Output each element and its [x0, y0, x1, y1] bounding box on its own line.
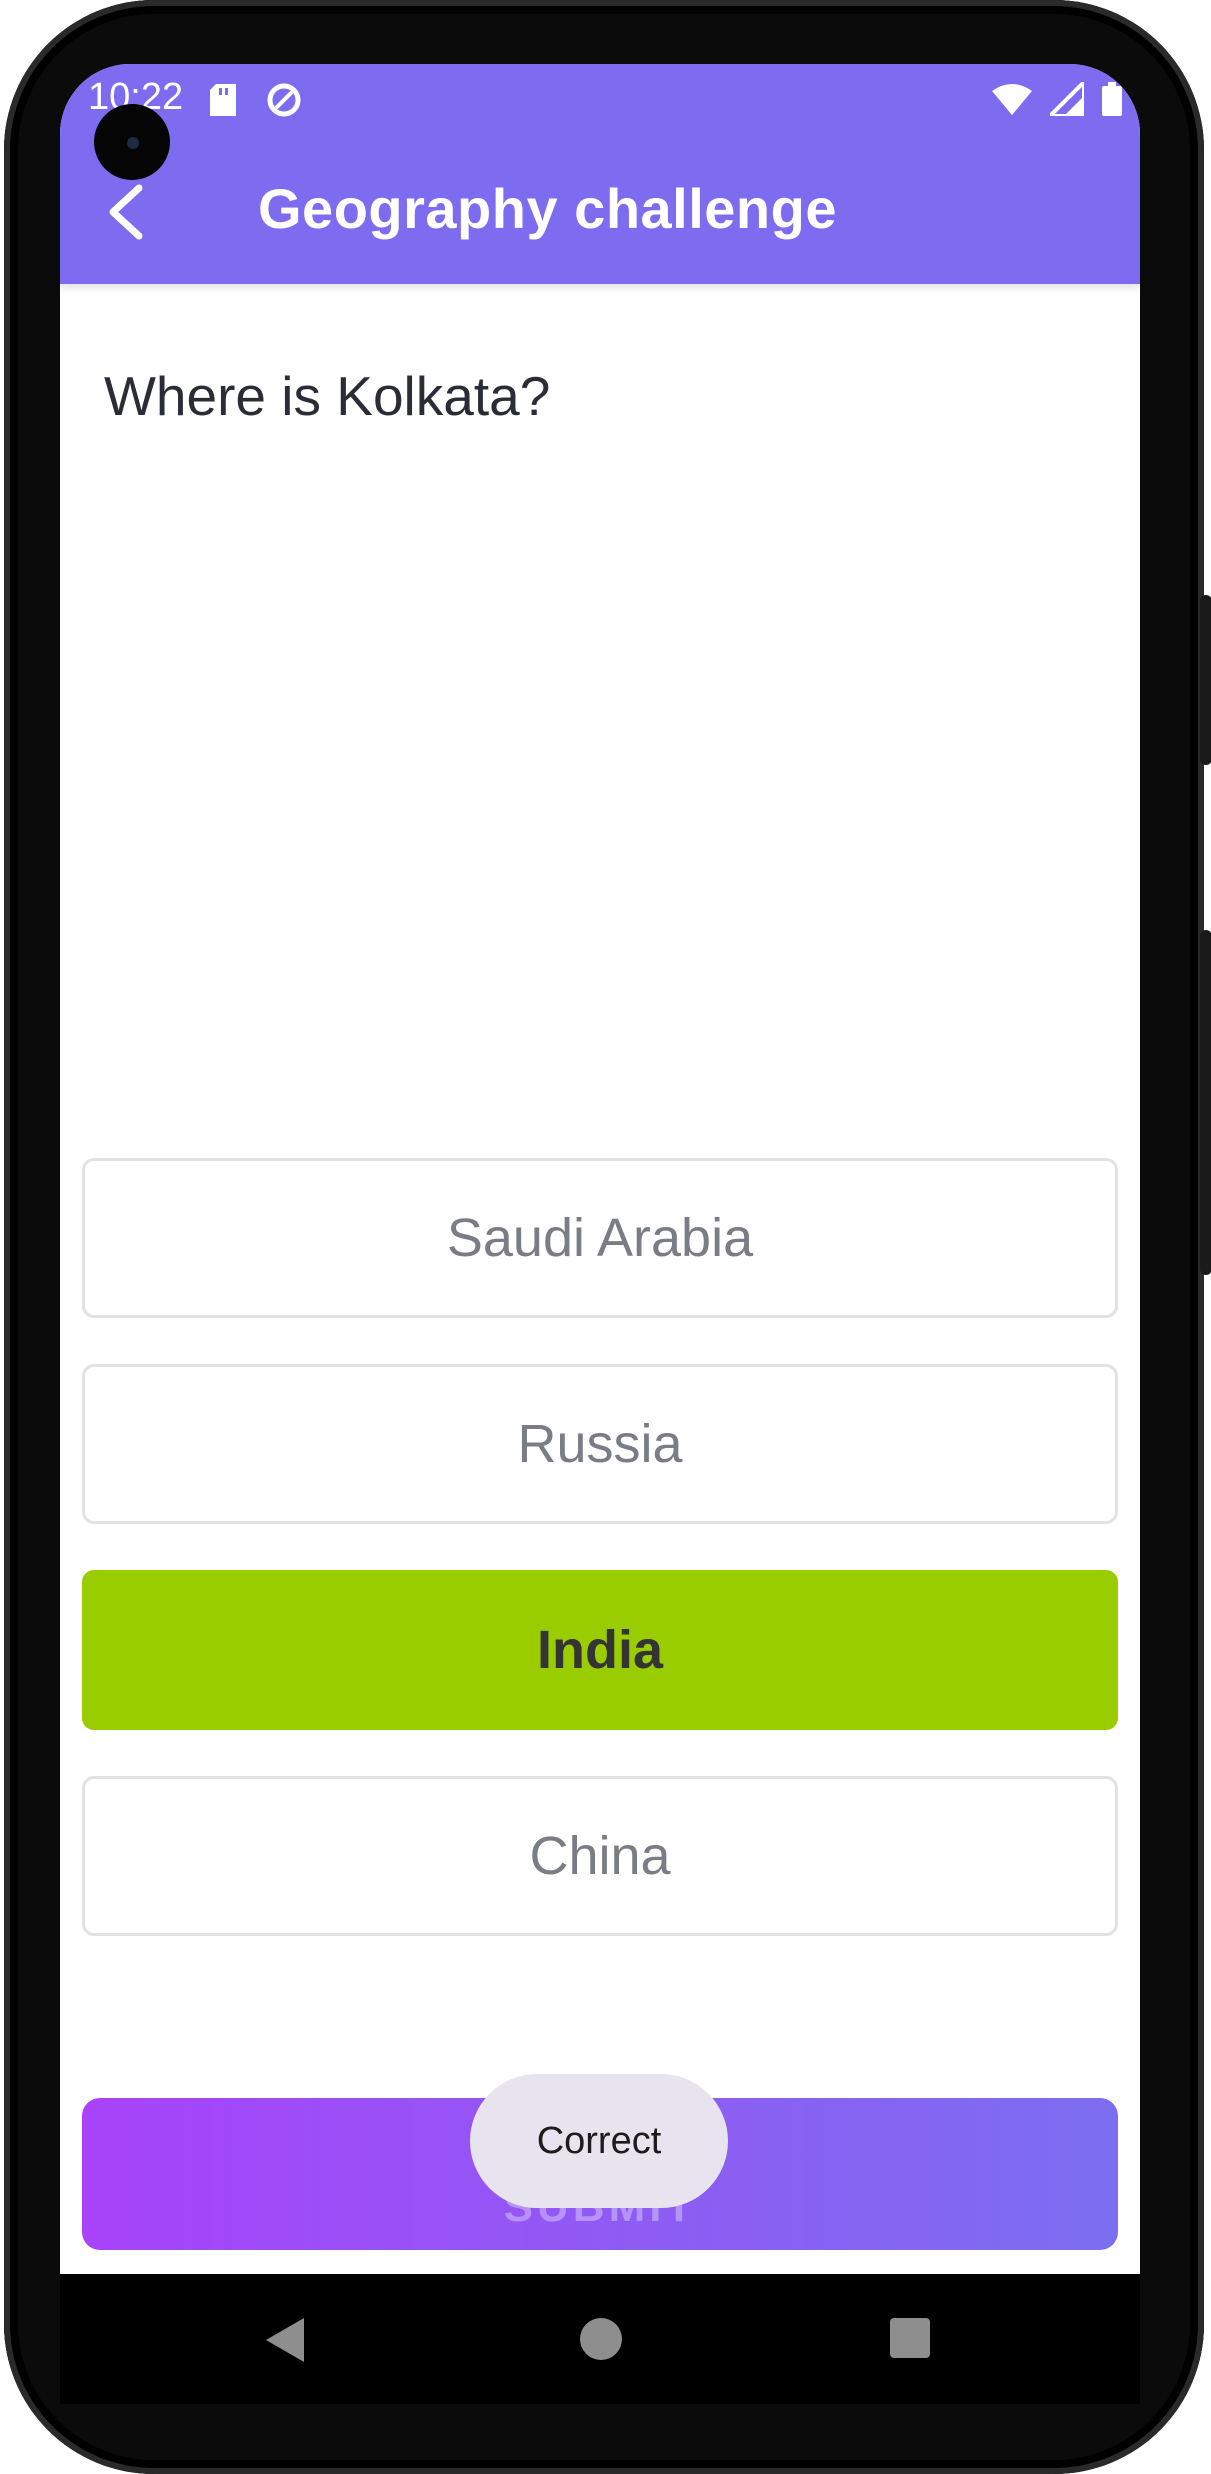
question-text: Where is Kolkata?: [104, 365, 551, 427]
option-saudi-arabia[interactable]: Saudi Arabia: [82, 1158, 1118, 1318]
status-icons-right: [992, 77, 1122, 121]
sd-card-icon: [210, 84, 236, 121]
option-russia[interactable]: Russia: [82, 1364, 1118, 1524]
front-camera: [94, 104, 170, 180]
battery-icon: [1102, 82, 1122, 121]
option-label: Saudi Arabia: [446, 1208, 754, 1268]
nav-back-icon[interactable]: [266, 2318, 304, 2362]
navigation-bar: [60, 2274, 1140, 2404]
option-india[interactable]: India: [82, 1570, 1118, 1730]
app-title: Geography challenge: [258, 177, 837, 240]
data-saver-icon: [266, 82, 302, 123]
toast-text: Correct: [536, 2119, 662, 2162]
app-bar: 10:22 Geography challenge: [60, 64, 1140, 284]
app-screen: 10:22 Geography challenge Where is Kolka…: [60, 64, 1140, 2274]
nav-home-icon[interactable]: [580, 2318, 622, 2360]
toast-message: Correct: [470, 2074, 728, 2208]
option-label: Russia: [517, 1414, 683, 1474]
power-button: [1200, 930, 1211, 1275]
option-china[interactable]: China: [82, 1776, 1118, 1936]
option-label: India: [536, 1620, 663, 1680]
back-button[interactable]: [90, 174, 160, 254]
signal-icon: [1045, 77, 1086, 121]
option-label: China: [529, 1826, 671, 1886]
wifi-icon: [992, 83, 1032, 120]
volume-button: [1200, 595, 1211, 765]
back-arrow-icon: [105, 184, 145, 245]
nav-recents-icon[interactable]: [890, 2318, 930, 2358]
status-icons-left: [210, 82, 302, 123]
